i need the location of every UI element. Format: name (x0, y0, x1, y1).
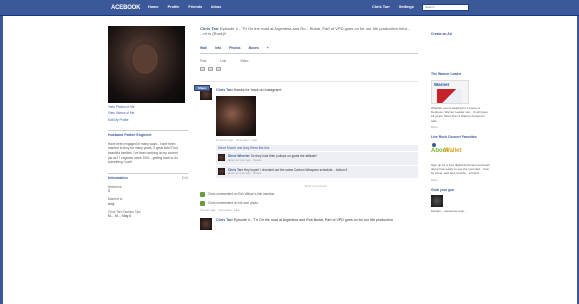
create-ad-link[interactable]: Create an Ad (431, 32, 491, 37)
publisher-options: Post Link Video (200, 59, 418, 63)
profile-tabs: Wall Info Photos Boxes + (200, 46, 418, 54)
story-actor[interactable]: Chris Tarr (216, 218, 233, 222)
main-nav: Home Profile Friends Inbox (148, 5, 221, 10)
information-box-header: Information Edit (108, 172, 188, 181)
comment-avatar[interactable] (218, 154, 225, 162)
nav-inbox[interactable]: Inbox (211, 5, 221, 10)
share-button[interactable]: Share (194, 85, 210, 91)
nav-username[interactable]: Chris Tarr (372, 5, 390, 10)
story-header: Chris Tarr thanks for track on Instagram… (216, 88, 418, 93)
ad-image[interactable]: Warner (431, 79, 469, 104)
nav-settings[interactable]: Settings (399, 5, 414, 10)
nav-home[interactable]: Home (148, 5, 159, 10)
tab-photos[interactable]: Photos (229, 46, 241, 51)
attachment-icons (200, 67, 221, 72)
about-box-header: Husband Father Engineer (108, 129, 188, 138)
comment-body: Steve Wheeler So they look their pullups… (228, 154, 317, 162)
ad-thumbnail[interactable] (431, 195, 443, 208)
ad-more-link[interactable]: More (431, 125, 491, 129)
right-column: The Warner Leader Warner Whether you're … (431, 66, 491, 214)
tab-add[interactable]: + (267, 46, 269, 51)
story-likes[interactable]: Steve Moore and Amy Reed like this (216, 145, 418, 152)
story-body: Chris Tarr Episode 4 - 'Th On the road a… (216, 218, 418, 230)
site-logo[interactable]: ACEBOOK (111, 4, 140, 12)
comment-item: Chris Tarr Hey buyer! I checked out the … (216, 165, 418, 178)
edit-profile-link[interactable]: Edit My Profile (108, 118, 188, 122)
status-text: Episode 4 - 'Th On the road at Argentina… (200, 26, 411, 37)
publisher-video[interactable]: Video (240, 59, 248, 63)
story-meta[interactable]: 11 hours ago · Comment · Like (216, 138, 418, 142)
ad-text: Sign up for a free digital document and … (431, 162, 491, 176)
nav-profile[interactable]: Profile (168, 5, 180, 10)
profile-picture[interactable] (108, 26, 185, 103)
link-attach-icon[interactable] (216, 67, 221, 72)
publisher-attachments (200, 67, 418, 72)
story-text: thanks for track on Instagram! (233, 88, 282, 93)
story-actor[interactable]: Chris Tarr (216, 88, 233, 92)
ad-logo[interactable]: About Wallet (431, 142, 471, 161)
story-photo[interactable] (216, 96, 256, 137)
information-edit-link[interactable]: Edit (182, 176, 188, 181)
mini-feed-meta[interactable]: 4 hours ago · Comment · Like (200, 208, 418, 212)
photo-attach-icon[interactable] (200, 67, 205, 72)
networks-value[interactable]: S (108, 189, 188, 193)
ad-graphic (437, 88, 462, 103)
ad-text: Modern... awesome amp... (431, 209, 467, 214)
story-body: Chris Tarr thanks for track on Instagram… (216, 88, 418, 188)
feed-story: Chris Tarr Episode 4 - 'Th On the road a… (200, 217, 418, 230)
main-column: Chris Tarr Episode 4 - 'Th On the road a… (200, 26, 418, 230)
search-input[interactable]: Search (422, 4, 469, 11)
mini-feed-item: Chris commented on Erik Wilson's link me… (200, 191, 418, 197)
comment-avatar[interactable] (218, 167, 225, 175)
ad-logo-part-2: Wallet (444, 147, 462, 154)
ad-wordmark: Warner (434, 81, 450, 87)
profile-name-status: Chris Tarr Episode 4 - 'Th On the road a… (200, 26, 418, 36)
comment-body: Chris Tarr Hey buyer! I checked out the … (228, 168, 347, 176)
mini-feed-item: Chris commented on his own photo. (200, 200, 418, 206)
information-title: Information (108, 175, 128, 180)
about-box-title: Husband Father Engineer (108, 132, 152, 137)
nav-friends[interactable]: Friends (188, 5, 202, 10)
publisher-link[interactable]: Link (220, 59, 226, 63)
feed-divider (200, 81, 418, 83)
ad-title[interactable]: Live Rock Concert Favorites (431, 135, 491, 140)
write-comment-link[interactable]: Write a comment... (216, 184, 418, 188)
birthday-value: M..., M..., May 6 (108, 214, 131, 219)
view-videos-link[interactable]: View Videos of Me (108, 111, 188, 115)
about-box-text: Have been engaged in many ways... have b… (108, 141, 178, 165)
tab-boxes[interactable]: Boxes (249, 46, 259, 51)
ad-title[interactable]: Grab your gun (431, 188, 491, 193)
comment-item: Steve Wheeler So they look their pullups… (216, 152, 418, 165)
left-column: View Photos of Me View Videos of Me Edit… (108, 26, 188, 219)
publisher-post[interactable]: Post (200, 59, 206, 63)
video-attach-icon[interactable] (208, 67, 213, 72)
story-avatar[interactable] (200, 217, 212, 230)
relationship-value[interactable]: Amy (108, 202, 188, 206)
create-ad-area: Create an Ad (431, 26, 491, 37)
ad-text: Whether you're looking for a home or bus… (431, 105, 489, 123)
mini-feed-text: Chris commented on his own photo. (208, 201, 259, 206)
comment-time: about an hour ago · Delete (228, 170, 262, 175)
tab-info[interactable]: Info (215, 46, 221, 51)
story-text: Episode 4 - 'Th On the road at Argentina… (233, 217, 393, 222)
ad-title[interactable]: The Warner Leader (431, 72, 491, 77)
top-bar: ACEBOOK Home Profile Friends Inbox Chris… (0, 0, 579, 16)
comment-time: about an hour ago · Delete (228, 157, 262, 162)
left-frame-edge (0, 16, 3, 304)
view-photos-link[interactable]: View Photos of Me (108, 105, 188, 109)
mini-feed-text: Chris commented on Erik Wilson's link me… (208, 192, 276, 197)
comment-icon (200, 191, 205, 197)
comment-icon (200, 200, 205, 206)
feed-story: Chris Tarr thanks for track on Instagram… (200, 88, 418, 188)
tab-wall[interactable]: Wall (200, 46, 207, 51)
ad-more-link[interactable]: More (431, 178, 491, 182)
